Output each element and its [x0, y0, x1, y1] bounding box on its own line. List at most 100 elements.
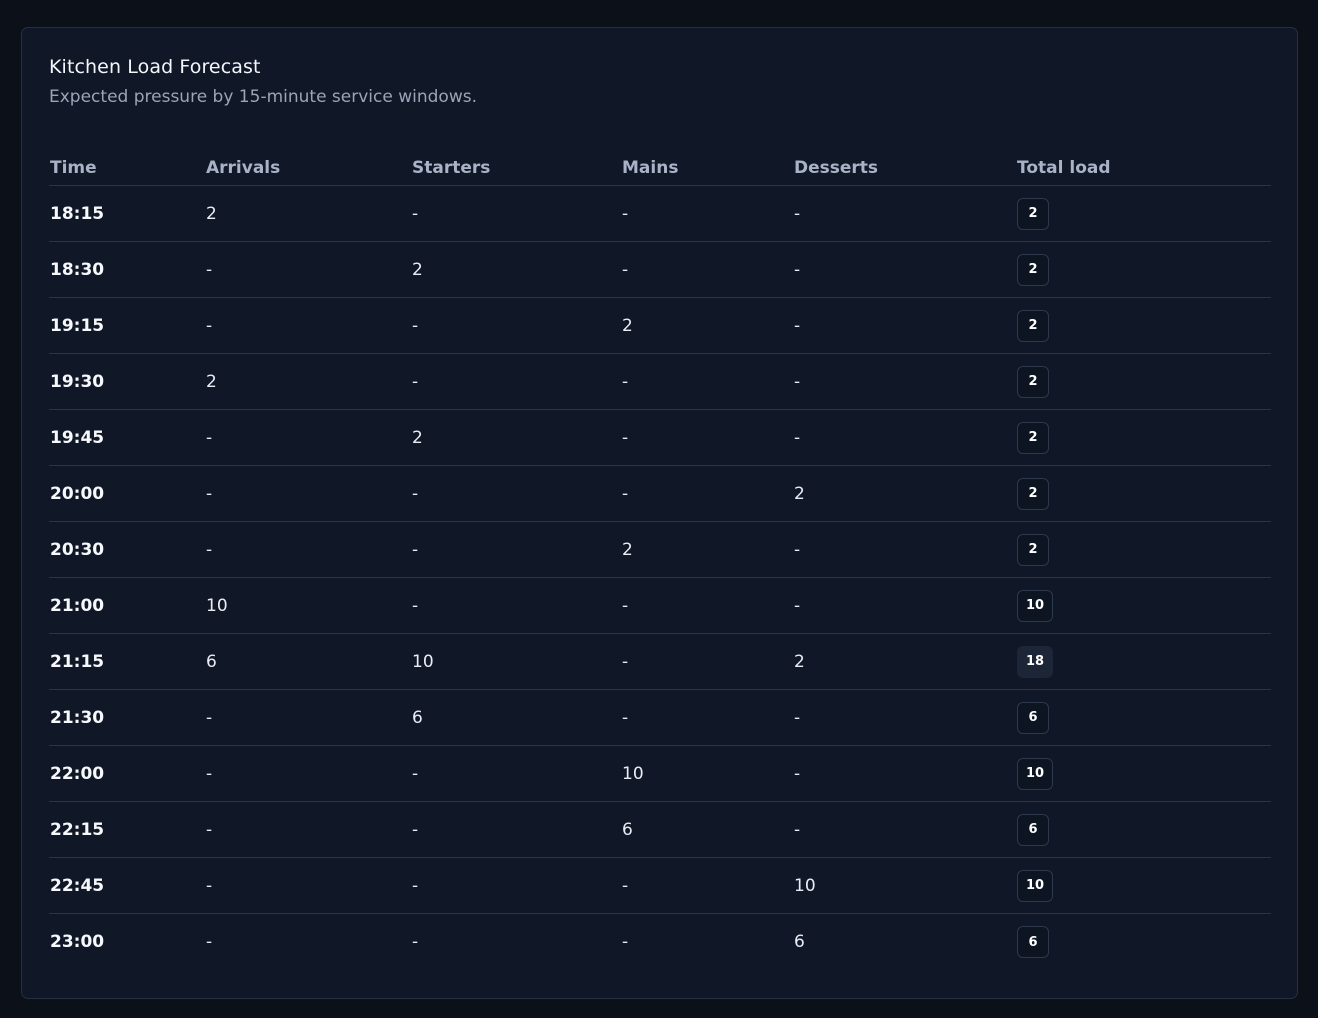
arrivals-cell: 2: [206, 203, 217, 224]
column-header-time: Time: [50, 158, 97, 178]
table-header-row: Time Arrivals Starters Mains Desserts To…: [49, 147, 1271, 186]
starters-cell: -: [412, 819, 419, 840]
table-row: 20:30 - - 2 - 2: [49, 522, 1271, 578]
mains-cell: -: [622, 259, 629, 280]
table-row: 23:00 - - - 6 6: [49, 914, 1271, 970]
time-cell: 22:00: [50, 763, 105, 784]
total-load-badge: 6: [1017, 701, 1049, 734]
starters-cell: -: [412, 203, 419, 224]
arrivals-cell: -: [206, 763, 213, 784]
starters-cell: -: [412, 763, 419, 784]
table-row: 22:00 - - 10 - 10: [49, 746, 1271, 802]
mains-cell: -: [622, 371, 629, 392]
arrivals-cell: -: [206, 819, 213, 840]
time-cell: 20:00: [50, 483, 105, 504]
desserts-cell: -: [794, 595, 801, 616]
starters-cell: -: [412, 483, 419, 504]
total-load-cell: 2: [1016, 421, 1271, 454]
desserts-cell: -: [794, 203, 801, 224]
arrivals-cell: -: [206, 707, 213, 728]
total-load-badge: 2: [1017, 421, 1049, 454]
arrivals-cell: -: [206, 259, 213, 280]
total-load-cell: 10: [1016, 757, 1271, 790]
starters-cell: -: [412, 315, 419, 336]
time-cell: 21:30: [50, 707, 105, 728]
desserts-cell: 2: [794, 651, 805, 672]
mains-cell: 2: [622, 315, 633, 336]
desserts-cell: -: [794, 427, 801, 448]
total-load-cell: 2: [1016, 197, 1271, 230]
total-load-badge: 10: [1017, 589, 1054, 622]
table-row: 20:00 - - - 2 2: [49, 466, 1271, 522]
total-load-cell: 6: [1016, 813, 1271, 846]
desserts-cell: 2: [794, 483, 805, 504]
table-row: 21:30 - 6 - - 6: [49, 690, 1271, 746]
total-load-badge-peak: 18: [1017, 645, 1054, 678]
arrivals-cell: -: [206, 932, 213, 952]
total-load-badge: 2: [1017, 533, 1049, 566]
time-cell: 19:45: [50, 427, 105, 448]
total-load-cell: 18: [1016, 645, 1271, 678]
arrivals-cell: -: [206, 315, 213, 336]
desserts-cell: -: [794, 371, 801, 392]
total-load-badge: 6: [1017, 926, 1049, 958]
starters-cell: -: [412, 875, 419, 896]
kitchen-load-forecast-card: Kitchen Load Forecast Expected pressure …: [21, 27, 1298, 999]
arrivals-cell: -: [206, 483, 213, 504]
table-row: 19:15 - - 2 - 2: [49, 298, 1271, 354]
mains-cell: -: [622, 651, 629, 672]
mains-cell: -: [622, 875, 629, 896]
table-row: 22:15 - - 6 - 6: [49, 802, 1271, 858]
column-header-mains: Mains: [622, 158, 679, 178]
total-load-cell: 6: [1016, 926, 1271, 958]
desserts-cell: -: [794, 707, 801, 728]
total-load-cell: 2: [1016, 365, 1271, 398]
mains-cell: 2: [622, 539, 633, 560]
forecast-table: Time Arrivals Starters Mains Desserts To…: [49, 147, 1271, 970]
arrivals-cell: -: [206, 875, 213, 896]
time-cell: 19:30: [50, 371, 105, 392]
desserts-cell: 10: [794, 875, 816, 896]
table-row: 22:45 - - - 10 10: [49, 858, 1271, 914]
mains-cell: -: [622, 595, 629, 616]
table-row: 18:15 2 - - - 2: [49, 186, 1271, 242]
starters-cell: -: [412, 539, 419, 560]
starters-cell: 2: [412, 427, 423, 448]
starters-cell: -: [412, 595, 419, 616]
time-cell: 18:15: [50, 203, 105, 224]
table-row: 21:00 10 - - - 10: [49, 578, 1271, 634]
time-cell: 19:15: [50, 315, 105, 336]
total-load-badge: 2: [1017, 197, 1049, 230]
total-load-cell: 2: [1016, 477, 1271, 510]
desserts-cell: -: [794, 819, 801, 840]
mains-cell: -: [622, 932, 629, 952]
mains-cell: -: [622, 707, 629, 728]
starters-cell: 6: [412, 707, 423, 728]
table-row: 19:45 - 2 - - 2: [49, 410, 1271, 466]
total-load-cell: 10: [1016, 869, 1271, 902]
total-load-cell: 6: [1016, 701, 1271, 734]
arrivals-cell: -: [206, 427, 213, 448]
arrivals-cell: 10: [206, 595, 228, 616]
total-load-badge: 2: [1017, 365, 1049, 398]
starters-cell: -: [412, 932, 419, 952]
time-cell: 21:00: [50, 595, 105, 616]
total-load-badge: 6: [1017, 813, 1049, 846]
total-load-badge: 2: [1017, 253, 1049, 286]
starters-cell: -: [412, 371, 419, 392]
time-cell: 22:45: [50, 875, 105, 896]
desserts-cell: -: [794, 539, 801, 560]
mains-cell: 10: [622, 763, 644, 784]
column-header-starters: Starters: [412, 158, 491, 178]
card-subtitle: Expected pressure by 15-minute service w…: [49, 87, 477, 107]
total-load-cell: 2: [1016, 253, 1271, 286]
time-cell: 22:15: [50, 819, 105, 840]
desserts-cell: -: [794, 259, 801, 280]
table-row: 19:30 2 - - - 2: [49, 354, 1271, 410]
arrivals-cell: 2: [206, 371, 217, 392]
table-row: 18:30 - 2 - - 2: [49, 242, 1271, 298]
starters-cell: 2: [412, 259, 423, 280]
mains-cell: 6: [622, 819, 633, 840]
table-row: 21:15 6 10 - 2 18: [49, 634, 1271, 690]
time-cell: 20:30: [50, 539, 105, 560]
